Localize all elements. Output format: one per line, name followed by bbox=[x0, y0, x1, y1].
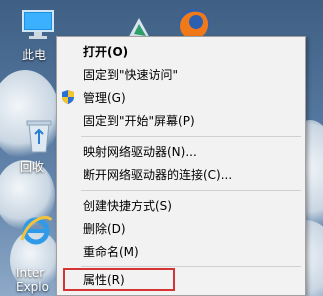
this-pc-desktop-icon[interactable]: 此电 bbox=[18, 8, 58, 62]
menu-item-delete[interactable]: 删除(D) bbox=[83, 220, 126, 238]
monitor-icon bbox=[22, 10, 54, 39]
menu-separator bbox=[81, 266, 301, 267]
context-menu: 打开(O) 固定到"快速访问" 管理(G) 固定到"开始"屏幕(P) 映射网络驱… bbox=[56, 36, 306, 296]
menu-item-pin-start[interactable]: 固定到"开始"屏幕(P) bbox=[83, 112, 195, 130]
menu-item-map-network-drive[interactable]: 映射网络驱动器(N)... bbox=[83, 143, 197, 161]
menu-item-pin-quick-access[interactable]: 固定到"快速访问" bbox=[83, 66, 178, 84]
internet-explorer-label-line2: Explo bbox=[16, 280, 49, 294]
menu-item-manage[interactable]: 管理(G) bbox=[83, 89, 126, 107]
internet-explorer-desktop-icon[interactable]: Inter Explo bbox=[14, 212, 58, 296]
menu-item-create-shortcut[interactable]: 创建快捷方式(S) bbox=[83, 197, 172, 215]
internet-explorer-icon bbox=[20, 216, 53, 245]
internet-explorer-label-line1: Inter bbox=[16, 266, 45, 280]
properties-highlight-box bbox=[63, 268, 175, 291]
menu-item-open[interactable]: 打开(O) bbox=[83, 43, 128, 61]
recycle-bin-label: 回收 bbox=[20, 160, 45, 174]
menu-item-disconnect-network-drive[interactable]: 断开网络驱动器的连接(C)... bbox=[83, 166, 232, 184]
menu-separator bbox=[81, 190, 301, 191]
recycle-bin-desktop-icon[interactable]: 回收 bbox=[18, 118, 58, 174]
desktop: 此电 回收 Inter Explo 打开(O) 固定到"快速访问" 管理(G) … bbox=[0, 0, 323, 296]
this-pc-label: 此电 bbox=[22, 48, 47, 62]
recycle-bin-icon bbox=[26, 120, 52, 153]
uac-shield-icon bbox=[62, 90, 74, 104]
menu-item-rename[interactable]: 重命名(M) bbox=[83, 243, 139, 261]
menu-separator bbox=[81, 136, 301, 137]
